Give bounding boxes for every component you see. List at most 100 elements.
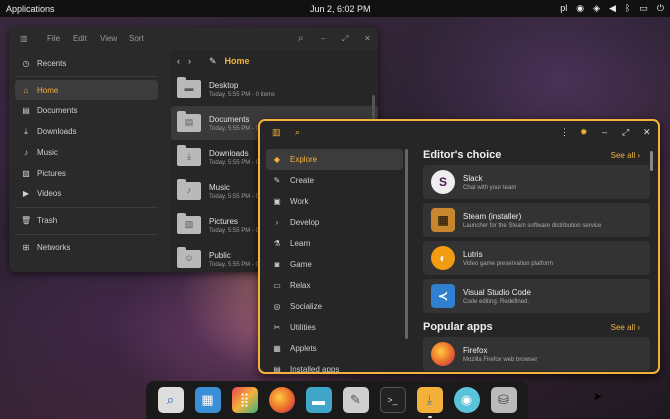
installer-icon[interactable]: ⛁ (490, 387, 517, 413)
app-store-header: ▥ ⌕ ⋮ ✹ – ⤢ ✕ (260, 121, 658, 145)
video-icon: ▶ (22, 189, 30, 199)
maximize-icon[interactable]: ⤢ (342, 34, 348, 44)
sidebar-toggle-icon[interactable]: ▥ (20, 34, 28, 43)
document-icon: ▤ (22, 106, 30, 116)
sidebar-item-networks[interactable]: ⊞ Networks (15, 238, 158, 258)
editors-choice-header: Editor's choice See all › (420, 145, 658, 165)
terminal-icon[interactable]: >_ (379, 387, 406, 413)
maximize-icon[interactable]: ⤢ (622, 127, 629, 138)
volume-icon[interactable]: ◀ (609, 4, 616, 13)
vscode-icon: ≺ (431, 284, 455, 308)
category-utilities[interactable]: ✂ Utilities (266, 317, 403, 338)
bluetooth-icon[interactable]: ᛒ (625, 4, 630, 13)
app-card-firefox[interactable]: Firefox Mozilla Firefox web browser (423, 337, 650, 371)
path-bar: ‹ › ✎ Home (171, 50, 378, 72)
folder-icon: ♪ (177, 179, 201, 200)
sidebar-item-pictures[interactable]: ▨ Pictures (15, 163, 158, 183)
category-installed-apps[interactable]: ▤ Installed apps (266, 359, 403, 374)
menu-view[interactable]: View (100, 34, 117, 43)
music-icon: ♪ (24, 147, 28, 157)
minimize-icon[interactable]: – (602, 127, 607, 137)
path-home[interactable]: Home (225, 56, 250, 66)
app-search-icon[interactable]: ⌕ (157, 387, 184, 413)
folder-icon: ⤓ (177, 145, 201, 166)
file-manager-header: ▥ File Edit View Sort ⌕ – ⤢ ✕ (9, 27, 378, 50)
flask-icon: ⚗ (273, 239, 281, 248)
search-icon[interactable]: ⌕ (295, 127, 300, 138)
category-develop[interactable]: › Develop (266, 212, 403, 233)
sidebar-item-recents[interactable]: ◷ Recents (15, 53, 158, 73)
keyboard-layout[interactable]: pl (560, 4, 567, 13)
files-icon[interactable]: ▬ (305, 387, 332, 413)
category-create[interactable]: ✎ Create (266, 170, 403, 191)
dock: ⌕ ▦ ⣿ ▬ ✎ >_ ⤓ ◉ ⛁ (146, 381, 528, 419)
close-icon[interactable]: ✕ (364, 34, 371, 43)
relax-icon: ▭ (273, 281, 281, 290)
picture-icon: ▨ (22, 168, 30, 178)
installed-icon: ▤ (273, 365, 281, 374)
category-work[interactable]: ▣ Work (266, 191, 403, 212)
category-game[interactable]: ◙ Game (266, 254, 403, 275)
back-icon[interactable]: ‹ (177, 56, 180, 66)
app-card-steam[interactable]: ▦ Steam (installer) Launcher for the Stea… (423, 203, 650, 237)
menu-sort[interactable]: Sort (129, 34, 144, 43)
close-icon[interactable]: ✕ (643, 127, 651, 138)
see-all-link[interactable]: See all › (611, 323, 640, 332)
app-store-icon[interactable]: ⤓ (416, 387, 443, 418)
clock-icon: ◷ (22, 58, 30, 68)
sidebar-item-home[interactable]: ⌂ Home (15, 80, 158, 100)
forward-icon[interactable]: › (188, 56, 191, 66)
sidebar-item-videos[interactable]: ▶ Videos (15, 184, 158, 204)
sidebar-item-trash[interactable]: 🗑︎ Trash (15, 211, 158, 231)
firefox-icon[interactable] (268, 387, 295, 413)
app-store-window: ▥ ⌕ ⋮ ✹ – ⤢ ✕ ◆ Explore ✎ Create ▣ Work › De… (258, 119, 660, 374)
system-tray: pl ◉ ◈ ◀ ᛒ ▭ ⏻ (560, 4, 664, 13)
category-relax[interactable]: ▭ Relax (266, 275, 403, 296)
category-sidebar: ◆ Explore ✎ Create ▣ Work › Develop ⚗ Learn ◙… (260, 145, 409, 372)
clock[interactable]: Jun 2, 6:02 PM (310, 4, 371, 14)
tiling-windows-icon[interactable]: ▦ (194, 387, 221, 413)
firefox-icon (431, 342, 455, 366)
sidebar-scrollbar[interactable] (405, 149, 408, 339)
network-icon: ⊞ (22, 243, 30, 253)
wifi-icon[interactable]: ◈ (593, 4, 600, 13)
more-icon[interactable]: ⋮ (560, 127, 569, 138)
network-icon[interactable]: ◉ (576, 4, 584, 13)
slack-icon: S (431, 170, 455, 194)
code-icon: › (275, 218, 279, 227)
category-explore[interactable]: ◆ Explore (266, 149, 403, 170)
category-socialize[interactable]: ◎ Socialize (266, 296, 403, 317)
file-row[interactable]: ▬ Desktop Today, 5:55 PM - 0 items (171, 72, 378, 106)
app-card-vscode[interactable]: ≺ Visual Studio Code Code editing. Redefi… (423, 279, 650, 313)
menu-file[interactable]: File (47, 34, 60, 43)
menu-edit[interactable]: Edit (73, 34, 87, 43)
section-title: Popular apps (423, 321, 493, 333)
sidebar-toggle-icon[interactable]: ▥ (272, 127, 281, 138)
content-scrollbar[interactable] (650, 151, 653, 171)
power-icon[interactable]: ⏻ (657, 4, 664, 13)
sidebar-item-documents[interactable]: ▤ Documents (15, 101, 158, 121)
search-icon[interactable]: ⌕ (298, 33, 304, 44)
sidebar-item-music[interactable]: ♪ Music (15, 142, 158, 162)
see-all-link[interactable]: See all › (611, 151, 640, 160)
explore-icon: ◆ (273, 155, 281, 164)
screenshot-icon[interactable]: ◉ (453, 387, 480, 413)
minimize-icon[interactable]: – (321, 34, 325, 43)
battery-icon[interactable]: ▭ (639, 4, 648, 13)
category-learn[interactable]: ⚗ Learn (266, 233, 403, 254)
folder-icon: ▨ (177, 213, 201, 234)
applications-menu[interactable]: Applications (6, 4, 55, 14)
folder-icon: ▬ (177, 77, 201, 98)
category-applets[interactable]: ▦ Applets (266, 338, 403, 359)
sidebar-item-downloads[interactable]: ⤓ Downloads (15, 122, 158, 142)
wrench-icon: ✂ (273, 323, 281, 332)
text-editor-icon[interactable]: ✎ (342, 387, 369, 413)
app-card-slack[interactable]: S Slack Chat with your team (423, 165, 650, 199)
applets-icon: ▦ (273, 344, 281, 353)
mouse-cursor: ➤ (593, 391, 603, 403)
gear-icon[interactable]: ✹ (580, 127, 588, 138)
app-grid-icon[interactable]: ⣿ (231, 387, 258, 413)
app-card-lutris[interactable]: ◐ Lutris Video game preservation platform (423, 241, 650, 275)
edit-path-icon[interactable]: ✎ (209, 56, 217, 67)
popular-apps-header: Popular apps See all › (420, 317, 658, 337)
